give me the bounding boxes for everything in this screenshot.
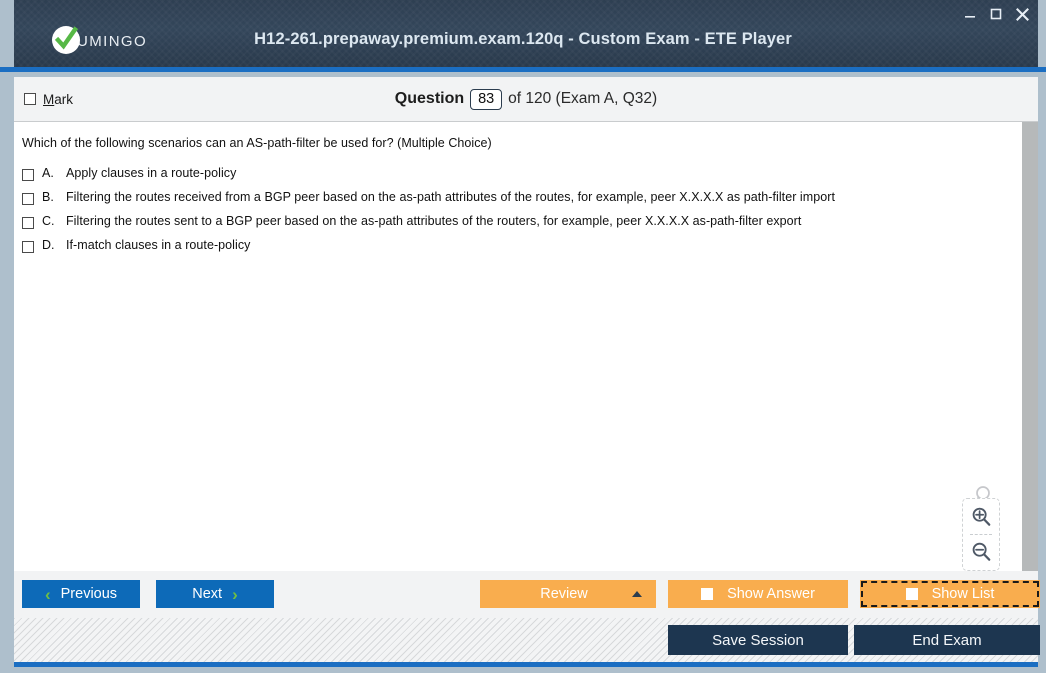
close-icon[interactable]	[1014, 6, 1030, 22]
mark-label: Mark	[43, 92, 73, 107]
save-session-button-label: Save Session	[712, 631, 804, 649]
window-title: H12-261.prepaway.premium.exam.120q - Cus…	[254, 30, 792, 48]
zoom-controls-panel	[962, 498, 1000, 571]
review-button[interactable]: Review	[480, 580, 656, 608]
mark-label-rest: ark	[54, 91, 74, 107]
option-b-checkbox[interactable]	[22, 193, 34, 205]
chevron-left-icon: ‹	[44, 584, 51, 604]
answer-option-a[interactable]: A. Apply clauses in a route-policy	[22, 166, 1018, 190]
zoom-out-icon[interactable]	[967, 538, 995, 566]
option-a-text: Apply clauses in a route-policy	[66, 166, 237, 180]
caret-up-icon	[632, 591, 642, 597]
maximize-icon[interactable]	[988, 6, 1004, 22]
footer-bar: Save Session End Exam	[14, 618, 1040, 667]
question-counter: Question 83 of 120 (Exam A, Q32)	[14, 88, 1038, 110]
option-c-letter: C.	[42, 214, 55, 228]
zoom-panel-divider	[970, 534, 992, 535]
option-c-checkbox[interactable]	[22, 217, 34, 229]
checkmark-icon	[52, 26, 80, 54]
option-a-checkbox[interactable]	[22, 169, 34, 181]
option-c-text: Filtering the routes sent to a BGP peer …	[66, 214, 802, 228]
title-bar: UMINGO H12-261.prepaway.premium.exam.120…	[0, 0, 1046, 72]
review-button-label: Review	[540, 586, 588, 602]
question-info-bar: Mark Question 83 of 120 (Exam A, Q32)	[14, 77, 1038, 122]
option-b-letter: B.	[42, 190, 54, 204]
answer-option-c[interactable]: C. Filtering the routes sent to a BGP pe…	[22, 214, 1018, 238]
question-text: Which of the following scenarios can an …	[22, 136, 492, 150]
show-list-button[interactable]: Show List	[860, 580, 1040, 608]
previous-button-label: Previous	[60, 586, 118, 602]
mark-checkbox-box[interactable]	[24, 93, 36, 105]
list-square-icon	[905, 588, 918, 600]
ete-player-window: UMINGO H12-261.prepaway.premium.exam.120…	[0, 0, 1046, 673]
next-button-label: Next	[192, 586, 223, 602]
answer-option-d[interactable]: D. If-match clauses in a route-policy	[22, 238, 1018, 262]
navigation-bar: ‹ Previous Next › Review Show Answer Sho…	[14, 571, 1040, 618]
show-answer-button-label: Show Answer	[727, 586, 815, 602]
previous-button[interactable]: ‹ Previous	[22, 580, 140, 608]
next-button[interactable]: Next ›	[156, 580, 274, 608]
mark-question-checkbox[interactable]: Mark	[24, 92, 73, 107]
question-word: Question	[394, 90, 465, 107]
show-list-button-label: Show List	[931, 586, 995, 602]
end-exam-button[interactable]: End Exam	[854, 625, 1040, 655]
answer-square-icon	[701, 588, 714, 600]
option-b-text: Filtering the routes received from a BGP…	[66, 190, 835, 204]
save-session-button[interactable]: Save Session	[668, 625, 848, 655]
option-a-letter: A.	[42, 166, 54, 180]
question-total-text: of 120 (Exam A, Q32)	[508, 90, 658, 107]
end-exam-button-label: End Exam	[912, 631, 982, 649]
chevron-right-icon: ›	[232, 584, 238, 604]
zoom-in-icon[interactable]	[967, 503, 995, 531]
option-d-checkbox[interactable]	[22, 241, 34, 253]
window-controls	[962, 6, 1030, 22]
question-number-input[interactable]: 83	[470, 88, 503, 110]
question-content-area: Which of the following scenarios can an …	[14, 122, 1038, 571]
content-scrollbar[interactable]	[1022, 122, 1038, 571]
answer-options-list: A. Apply clauses in a route-policy B. Fi…	[22, 166, 1018, 262]
mark-accelerator: M	[43, 91, 55, 107]
option-d-letter: D.	[42, 238, 55, 252]
minimize-icon[interactable]	[962, 6, 978, 22]
answer-option-b[interactable]: B. Filtering the routes received from a …	[22, 190, 1018, 214]
option-d-text: If-match clauses in a route-policy	[66, 238, 251, 252]
show-answer-button[interactable]: Show Answer	[668, 580, 848, 608]
